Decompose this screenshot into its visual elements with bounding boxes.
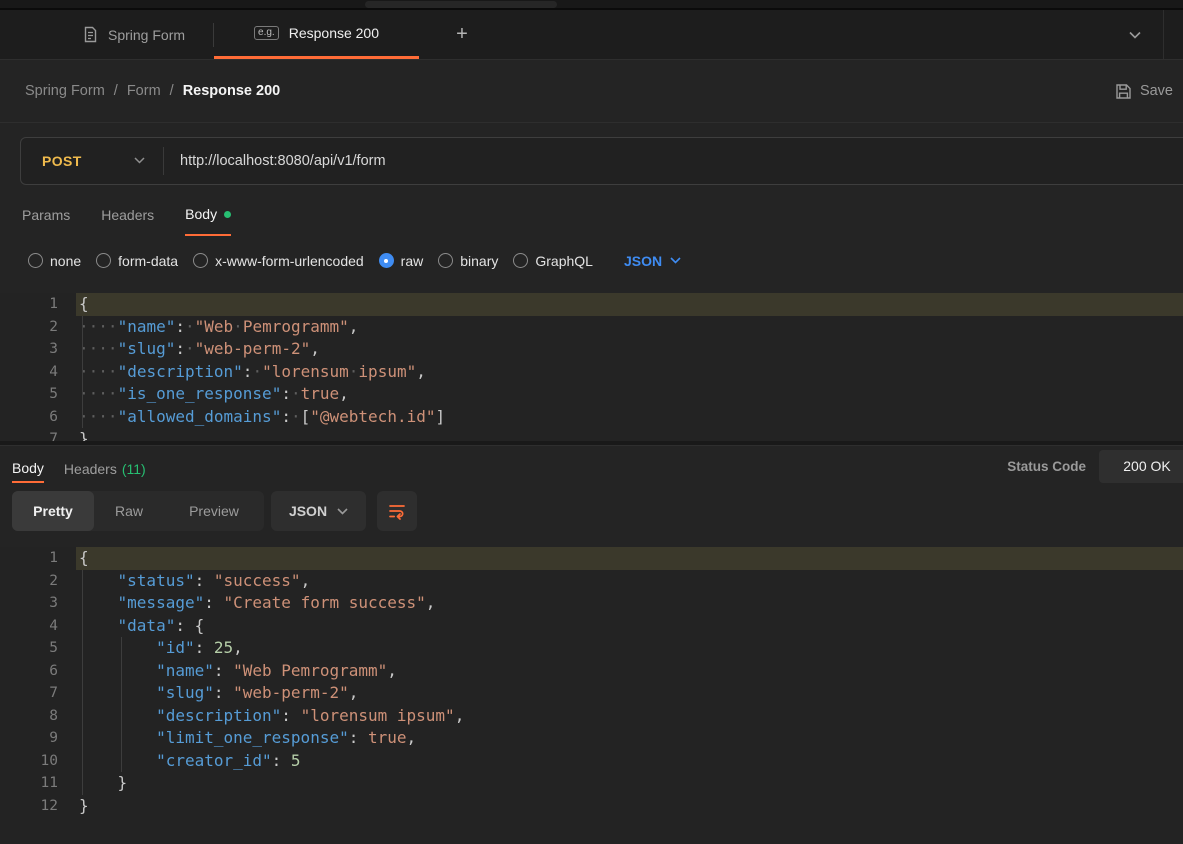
response-body-label: Body — [12, 460, 44, 476]
radio-icon — [193, 253, 209, 268]
response-body-viewer: 1 2 3 4 5 6 7 8 9 10 11 12 { "status": "success", "… — [0, 547, 1183, 844]
breadcrumb-collection[interactable]: Spring Form — [25, 83, 105, 99]
body-type-label: GraphQL — [535, 252, 593, 269]
radio-icon — [96, 253, 112, 268]
body-type-label: binary — [460, 252, 499, 269]
tab-params-label: Params — [22, 207, 71, 223]
body-modified-indicator — [224, 210, 232, 218]
body-type-label: raw — [400, 252, 424, 269]
radio-selected-icon — [378, 253, 394, 268]
body-type-form-data[interactable]: form-data — [96, 253, 178, 269]
indent-guide — [82, 569, 83, 795]
response-language-chevron-icon — [337, 507, 348, 515]
language-chevron-icon — [670, 257, 681, 264]
save-label: Save — [1139, 83, 1173, 99]
radio-icon — [438, 253, 454, 268]
response-toolbar: Pretty Raw Preview JSON — [0, 486, 1183, 536]
response-header: Body Headers (11) Status Code 200 OK — [0, 446, 1183, 486]
response-language-value: JSON — [288, 503, 328, 519]
tabbar-end-divider — [1163, 10, 1164, 59]
url-input[interactable]: http://localhost:8080/api/v1/form — [164, 153, 1183, 169]
top-scrollbar-artifact — [365, 1, 557, 8]
wrap-text-icon — [387, 501, 407, 521]
breadcrumb-separator: / — [169, 83, 174, 99]
response-editor-code: { "status": "success", "message": "Creat… — [76, 547, 1183, 844]
wrap-text-button[interactable] — [377, 491, 417, 531]
response-headers-label: Headers — [63, 461, 117, 477]
request-tabs: Params Headers Body — [0, 198, 1183, 236]
body-type-x-www-form-urlencoded[interactable]: x-www-form-urlencoded — [193, 253, 364, 269]
request-document-icon — [83, 26, 98, 43]
view-pretty[interactable]: Pretty — [12, 491, 94, 531]
window-top-strip — [0, 0, 1183, 10]
tab-label: Spring Form — [108, 26, 186, 43]
request-url-row: POST http://localhost:8080/api/v1/form — [0, 123, 1183, 198]
breadcrumb-row: Spring Form / Form / Response 200 Save — [0, 60, 1183, 123]
body-type-raw[interactable]: raw — [378, 252, 424, 269]
status-code-label: Status Code — [1007, 458, 1086, 474]
status-code-badge[interactable]: 200 OK — [1099, 449, 1183, 483]
indent-guide — [82, 315, 83, 428]
language-value: JSON — [623, 252, 663, 269]
body-type-label: x-www-form-urlencoded — [215, 252, 364, 269]
body-type-none[interactable]: none — [28, 253, 81, 269]
tab-body[interactable]: Body — [185, 198, 232, 236]
body-type-binary[interactable]: binary — [438, 253, 498, 269]
view-preview[interactable]: Preview — [164, 491, 264, 531]
body-type-label: none — [50, 252, 82, 269]
breadcrumb: Spring Form / Form / Response 200 — [25, 83, 280, 99]
response-tab-body[interactable]: Body — [12, 449, 44, 483]
view-raw[interactable]: Raw — [94, 491, 164, 531]
response-headers-count: (11) — [121, 461, 146, 477]
tab-body-label: Body — [185, 206, 218, 222]
method-chevron-icon — [134, 157, 145, 164]
breadcrumb-current: Response 200 — [182, 83, 281, 99]
radio-icon — [28, 253, 43, 268]
request-editor-gutter: 1234567 — [49, 296, 58, 441]
tab-headers-label: Headers — [101, 207, 155, 223]
response-view-switcher: Pretty Raw Preview — [12, 491, 264, 531]
radio-icon — [513, 253, 529, 268]
method-selector[interactable]: POST — [21, 153, 163, 169]
save-button[interactable]: Save — [1113, 77, 1175, 106]
tab-spring-form[interactable]: Spring Form — [55, 10, 213, 59]
body-type-label: form-data — [118, 252, 179, 269]
breadcrumb-separator: / — [113, 83, 118, 99]
tab-response-200[interactable]: e.g. Response 200 — [214, 10, 420, 59]
request-url-bar: POST http://localhost:8080/api/v1/form — [20, 136, 1183, 185]
tab-headers[interactable]: Headers — [101, 198, 154, 236]
body-type-row: none form-data x-www-form-urlencoded raw… — [0, 236, 1183, 285]
request-body-editor[interactable]: 1234567 {····"name":·"Web·Pemrogramm", ··… — [0, 293, 1183, 441]
method-value: POST — [42, 152, 82, 169]
request-language-select[interactable]: JSON — [624, 253, 681, 269]
new-tab-button[interactable]: + — [449, 22, 475, 48]
tabbar-right-controls — [1129, 10, 1183, 59]
tab-params[interactable]: Params — [22, 198, 70, 236]
save-floppy-icon — [1115, 83, 1132, 100]
tab-label: Response 200 — [288, 25, 380, 41]
response-tab-headers[interactable]: Headers (11) — [64, 449, 146, 483]
response-language-select[interactable]: JSON — [271, 491, 366, 531]
request-editor-code[interactable]: {····"name":·"Web·Pemrogramm", ····"slug"… — [76, 293, 1183, 441]
body-type-graphql[interactable]: GraphQL — [513, 253, 593, 269]
workspace-tab-bar: Spring Form e.g. Response 200 + — [0, 10, 1183, 60]
breadcrumb-folder[interactable]: Form — [127, 83, 161, 99]
indent-guide — [121, 637, 122, 772]
tab-options-chevron-icon[interactable] — [1129, 31, 1141, 39]
example-badge: e.g. — [254, 26, 279, 40]
response-editor-gutter: 1 2 3 4 5 6 7 8 9 10 11 12 — [40, 550, 58, 814]
response-status: Status Code 200 OK — [1007, 449, 1183, 483]
